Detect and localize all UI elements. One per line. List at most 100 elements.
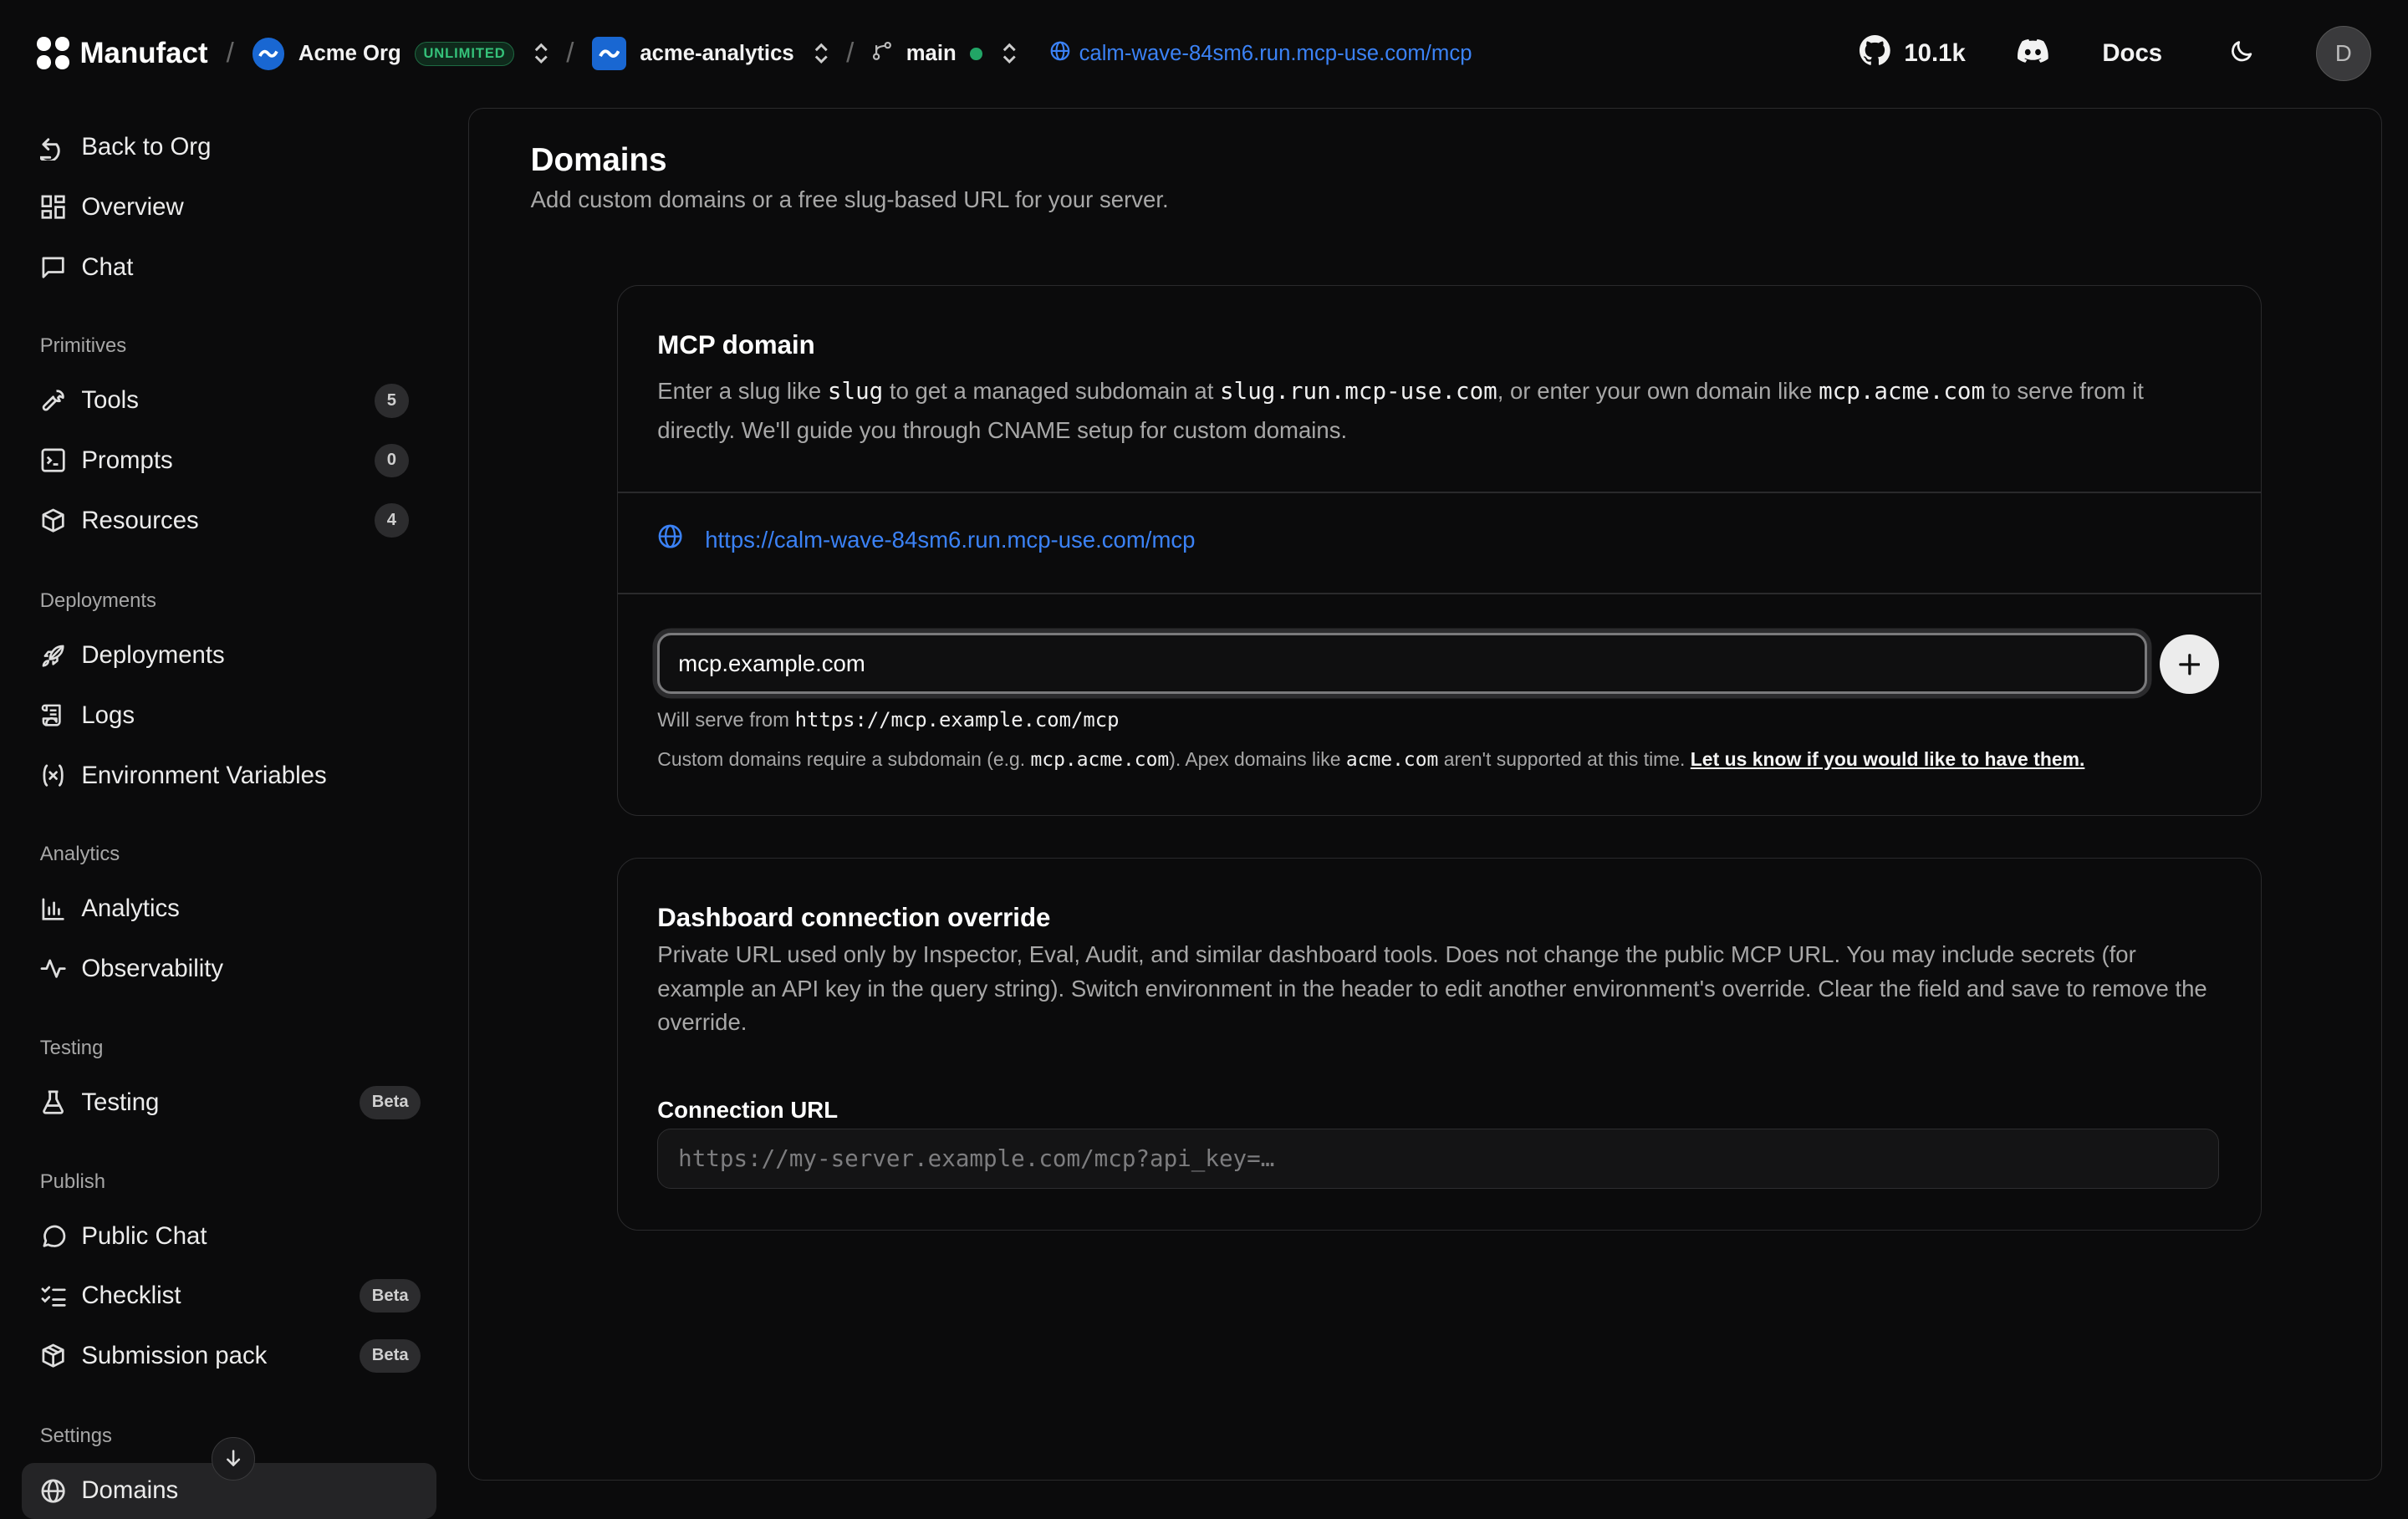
subdomain-note: Custom domains require a subdomain (e.g.… — [657, 747, 2085, 771]
sidebar: Back to Org Overview Chat Primitives Too… — [0, 108, 461, 1519]
bar-chart-icon — [40, 896, 66, 922]
sidebar-item-submission-pack[interactable]: Submission pack Beta — [22, 1328, 436, 1384]
globe-icon — [1050, 41, 1070, 67]
breadcrumb-separator: / — [226, 38, 234, 69]
sidebar-item-deployments[interactable]: Deployments — [22, 628, 436, 683]
scroll-text-icon — [40, 702, 66, 728]
sidebar-item-label: Checklist — [81, 1282, 181, 1310]
sidebar-item-checklist[interactable]: Checklist Beta — [22, 1268, 436, 1323]
sidebar-item-label: Domains — [81, 1476, 179, 1505]
sidebar-item-analytics[interactable]: Analytics — [22, 881, 436, 936]
org-switcher[interactable]: Acme Org UNLIMITED — [252, 38, 548, 70]
sidebar-item-testing[interactable]: Testing Beta — [22, 1075, 436, 1130]
override-description: Private URL used only by Inspector, Eval… — [657, 941, 2207, 1036]
sidebar-item-environment-variables[interactable]: Environment Variables — [22, 747, 436, 803]
rocket-icon — [40, 643, 66, 669]
chevron-up-down-icon — [1002, 43, 1017, 64]
globe-icon — [657, 523, 683, 555]
globe-icon — [40, 1478, 66, 1504]
sidebar-item-back-to-org[interactable]: Back to Org — [22, 120, 436, 175]
flask-icon — [40, 1089, 66, 1115]
count-badge: 4 — [375, 503, 409, 538]
sidebar-item-label: Submission pack — [81, 1341, 268, 1369]
avatar[interactable]: D — [2315, 26, 2371, 82]
sidebar-item-label: Analytics — [81, 895, 180, 923]
section-publish: Publish — [39, 1170, 106, 1193]
branch-name: main — [906, 41, 957, 65]
main-panel: Domains Add custom domains or a free slu… — [468, 107, 2382, 1481]
sidebar-item-label: Chat — [81, 252, 134, 281]
sidebar-item-tools[interactable]: Tools 5 — [22, 373, 436, 428]
mcp-domain-card: MCP domain Enter a slug like slug to get… — [616, 284, 2262, 817]
section-settings: Settings — [39, 1425, 112, 1448]
chevron-up-down-icon — [534, 43, 548, 64]
current-domain-url: https://calm-wave-84sm6.run.mcp-use.com/… — [705, 526, 1196, 553]
feedback-link[interactable]: Let us know if you would like to have th… — [1691, 748, 2085, 770]
project-switcher[interactable]: acme-analytics — [592, 37, 829, 71]
sidebar-item-label: Prompts — [81, 446, 173, 474]
project-logo-icon — [592, 37, 626, 71]
scroll-down-button[interactable] — [212, 1437, 255, 1481]
undo-arrow-icon — [39, 135, 66, 161]
sidebar-item-label: Logs — [81, 701, 135, 729]
sidebar-item-public-chat[interactable]: Public Chat — [22, 1209, 436, 1264]
server-url: calm-wave-84sm6.run.mcp-use.com/mcp — [1079, 41, 1472, 65]
docs-link[interactable]: Docs — [2102, 39, 2162, 68]
list-checks-icon — [40, 1283, 66, 1309]
box-icon — [40, 507, 66, 533]
mcp-domain-heading: MCP domain — [657, 330, 815, 360]
wrench-icon — [40, 388, 66, 414]
override-heading: Dashboard connection override — [657, 903, 1051, 933]
sidebar-item-observability[interactable]: Observability — [22, 941, 436, 997]
sidebar-item-logs[interactable]: Logs — [22, 688, 436, 743]
sidebar-item-label: Tools — [81, 386, 139, 415]
sidebar-item-prompts[interactable]: Prompts 0 — [22, 433, 436, 488]
current-domain-link[interactable]: https://calm-wave-84sm6.run.mcp-use.com/… — [657, 523, 1196, 555]
plus-icon — [2178, 645, 2201, 684]
mcp-domain-description: Enter a slug like slug to get a managed … — [657, 377, 2144, 443]
add-domain-button[interactable] — [2159, 634, 2220, 695]
domain-input[interactable] — [657, 632, 2147, 695]
sidebar-item-label: Back to Org — [81, 133, 212, 161]
discord-icon[interactable] — [2018, 38, 2049, 69]
section-deployments: Deployments — [39, 589, 156, 613]
connection-override-card: Dashboard connection override Private UR… — [616, 857, 2262, 1231]
manufact-logo-icon — [37, 37, 70, 70]
github-stars-link[interactable]: 10.1k — [1860, 34, 1966, 73]
github-stars-count: 10.1k — [1904, 39, 1966, 68]
sidebar-item-overview[interactable]: Overview — [22, 180, 436, 235]
sidebar-item-chat[interactable]: Chat — [22, 240, 436, 295]
org-name: Acme Org — [298, 41, 401, 65]
beta-badge: Beta — [360, 1085, 421, 1119]
grid-icon — [40, 194, 66, 220]
status-dot — [970, 47, 982, 60]
sidebar-item-label: Resources — [81, 506, 199, 534]
brand-name: Manufact — [79, 37, 208, 70]
section-primitives: Primitives — [39, 334, 127, 358]
git-branch-icon — [872, 41, 892, 67]
breadcrumb-separator: / — [566, 38, 574, 69]
sidebar-item-label: Environment Variables — [81, 761, 327, 789]
moon-icon[interactable] — [2230, 38, 2254, 69]
activity-icon — [40, 956, 66, 981]
connection-url-input[interactable] — [657, 1129, 2220, 1189]
project-name: acme-analytics — [640, 41, 794, 65]
server-url-link[interactable]: calm-wave-84sm6.run.mcp-use.com/mcp — [1050, 41, 1472, 67]
sidebar-item-label: Deployments — [81, 641, 225, 670]
beta-badge: Beta — [360, 1338, 421, 1374]
arrow-down-icon — [225, 1445, 242, 1473]
sidebar-item-resources[interactable]: Resources 4 — [22, 493, 436, 548]
org-logo-icon — [252, 38, 285, 70]
beta-badge: Beta — [360, 1278, 421, 1313]
brand-logo[interactable]: Manufact — [37, 37, 208, 70]
branch-switcher[interactable]: main — [872, 41, 1016, 67]
count-badge: 5 — [375, 384, 409, 418]
section-analytics: Analytics — [39, 843, 120, 866]
package-check-icon — [40, 1343, 66, 1369]
divider — [617, 491, 2261, 493]
terminal-square-icon — [40, 447, 66, 473]
page-subtitle: Add custom domains or a free slug-based … — [530, 186, 1169, 213]
chevron-up-down-icon — [814, 43, 829, 64]
variable-icon — [40, 762, 66, 788]
sidebar-item-label: Overview — [81, 192, 184, 221]
